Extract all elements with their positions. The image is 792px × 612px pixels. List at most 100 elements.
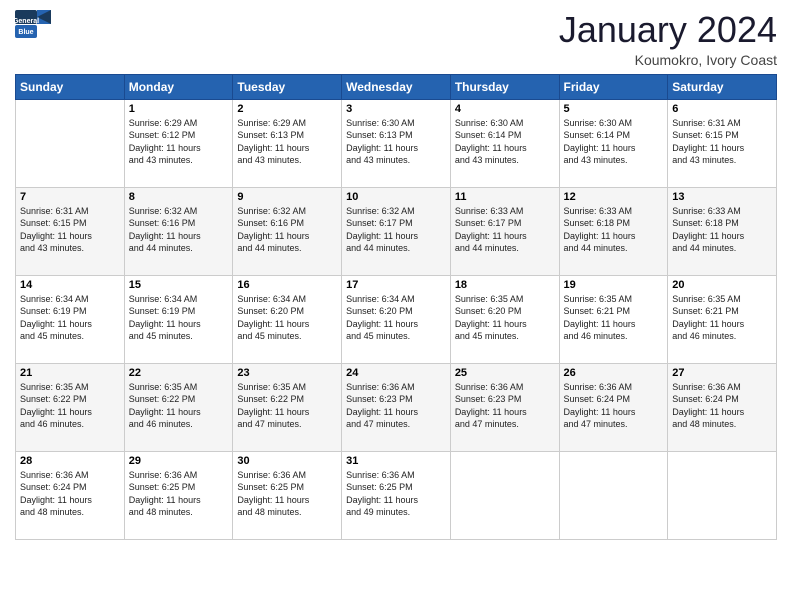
day-info: Sunrise: 6:31 AMSunset: 6:15 PMDaylight:… bbox=[20, 205, 120, 255]
day-line: Daylight: 11 hours bbox=[564, 143, 636, 153]
day-number: 29 bbox=[129, 455, 229, 467]
day-line: Sunset: 6:19 PM bbox=[20, 306, 87, 316]
day-line: Sunrise: 6:30 AM bbox=[564, 118, 633, 128]
day-info: Sunrise: 6:34 AMSunset: 6:19 PMDaylight:… bbox=[20, 293, 120, 343]
day-info: Sunrise: 6:35 AMSunset: 6:22 PMDaylight:… bbox=[20, 381, 120, 431]
day-line: Sunrise: 6:36 AM bbox=[346, 382, 415, 392]
day-cell-2-5: 19Sunrise: 6:35 AMSunset: 6:21 PMDayligh… bbox=[559, 275, 668, 363]
day-info: Sunrise: 6:35 AMSunset: 6:22 PMDaylight:… bbox=[237, 381, 337, 431]
day-line: Sunrise: 6:31 AM bbox=[20, 206, 89, 216]
svg-text:General: General bbox=[15, 18, 39, 25]
day-cell-0-5: 5 Sunrise: 6:30 AM Sunset: 6:14 PM Daylight… bbox=[559, 99, 668, 187]
day-info: Sunrise: 6:36 AMSunset: 6:23 PMDaylight:… bbox=[455, 381, 555, 431]
day-line: Daylight: 11 hours bbox=[129, 231, 201, 241]
day-line: Sunrise: 6:29 AM bbox=[237, 118, 306, 128]
day-line: Daylight: 11 hours bbox=[346, 407, 418, 417]
day-line: and 47 minutes. bbox=[564, 419, 628, 429]
day-number: 20 bbox=[672, 279, 772, 291]
logo-icon: General Blue bbox=[15, 10, 51, 38]
day-line: Daylight: 11 hours bbox=[346, 143, 418, 153]
week-row-4: 21Sunrise: 6:35 AMSunset: 6:22 PMDayligh… bbox=[16, 363, 777, 451]
day-line: Daylight: 11 hours bbox=[672, 143, 744, 153]
day-line: Sunset: 6:20 PM bbox=[237, 306, 304, 316]
day-cell-1-4: 11Sunrise: 6:33 AMSunset: 6:17 PMDayligh… bbox=[450, 187, 559, 275]
day-number: 14 bbox=[20, 279, 120, 291]
day-line: Sunset: 6:12 PM bbox=[129, 130, 196, 140]
day-info: Sunrise: 6:36 AMSunset: 6:23 PMDaylight:… bbox=[346, 381, 446, 431]
day-info: Sunrise: 6:30 AMSunset: 6:14 PMDaylight:… bbox=[455, 117, 555, 167]
day-cell-2-1: 15Sunrise: 6:34 AMSunset: 6:19 PMDayligh… bbox=[124, 275, 233, 363]
day-cell-3-2: 23Sunrise: 6:35 AMSunset: 6:22 PMDayligh… bbox=[233, 363, 342, 451]
day-number: 9 bbox=[237, 191, 337, 203]
day-cell-0-2: 2Sunrise: 6:29 AMSunset: 6:13 PMDaylight… bbox=[233, 99, 342, 187]
day-cell-0-6: 6Sunrise: 6:31 AMSunset: 6:15 PMDaylight… bbox=[668, 99, 777, 187]
day-line: Daylight: 11 hours bbox=[455, 319, 527, 329]
day-cell-3-1: 22Sunrise: 6:35 AMSunset: 6:22 PMDayligh… bbox=[124, 363, 233, 451]
day-number: 6 bbox=[672, 103, 772, 115]
day-info: Sunrise: 6:29 AM Sunset: 6:13 PM Daylight:… bbox=[237, 117, 337, 167]
day-line: Sunrise: 6:35 AM bbox=[129, 382, 198, 392]
day-line: Sunset: 6:25 PM bbox=[237, 482, 304, 492]
day-line: and 43 minutes. bbox=[672, 155, 736, 165]
day-line: Sunrise: 6:30 AM bbox=[455, 118, 524, 128]
day-line: Sunset: 6:18 PM bbox=[564, 218, 631, 228]
day-cell-3-6: 27Sunrise: 6:36 AMSunset: 6:24 PMDayligh… bbox=[668, 363, 777, 451]
day-line: Sunset: 6:25 PM bbox=[129, 482, 196, 492]
day-number: 31 bbox=[346, 455, 446, 467]
day-line: Sunrise: 6:35 AM bbox=[564, 294, 633, 304]
day-line: Daylight: 11 hours bbox=[237, 231, 309, 241]
day-line: Sunrise: 6:34 AM bbox=[237, 294, 306, 304]
day-number: 26 bbox=[564, 367, 664, 379]
day-line: Daylight: 11 hours bbox=[455, 407, 527, 417]
day-line: Sunrise: 6:34 AM bbox=[129, 294, 198, 304]
title-block: January 2024 Koumokro, Ivory Coast bbox=[559, 10, 777, 68]
day-line: Sunrise: 6:36 AM bbox=[20, 470, 89, 480]
day-line: and 45 minutes. bbox=[346, 331, 410, 341]
day-line: Sunset: 6:14 PM bbox=[455, 130, 522, 140]
day-line: Daylight: 11 hours bbox=[237, 143, 309, 153]
day-info: Sunrise: 6:32 AMSunset: 6:16 PMDaylight:… bbox=[237, 205, 337, 255]
day-line: and 47 minutes. bbox=[237, 419, 301, 429]
day-info: Sunrise: 6:34 AMSunset: 6:19 PMDaylight:… bbox=[129, 293, 229, 343]
day-line: Sunrise: 6:35 AM bbox=[237, 382, 306, 392]
day-number: 1 bbox=[129, 103, 229, 115]
day-line: Daylight: 11 hours bbox=[237, 319, 309, 329]
day-info: Sunrise: 6:36 AMSunset: 6:25 PMDaylight:… bbox=[129, 469, 229, 519]
day-line: and 46 minutes. bbox=[129, 419, 193, 429]
day-info: Sunrise: 6:35 AMSunset: 6:21 PMDaylight:… bbox=[672, 293, 772, 343]
day-line: Daylight: 11 hours bbox=[129, 407, 201, 417]
day-cell-2-6: 20 Sunrise: 6:35 AMSunset: 6:21 PMDayligh… bbox=[668, 275, 777, 363]
day-info: Sunrise: 6:35 AMSunset: 6:22 PMDaylight:… bbox=[129, 381, 229, 431]
day-number: 4 bbox=[455, 103, 555, 115]
day-line: Daylight: 11 hours bbox=[346, 231, 418, 241]
day-info: Sunrise: 6:33 AMSunset: 6:18 PMDaylight:… bbox=[564, 205, 664, 255]
day-line: Sunset: 6:25 PM bbox=[346, 482, 413, 492]
day-line: Sunset: 6:16 PM bbox=[129, 218, 196, 228]
day-line: Daylight: 11 hours bbox=[129, 495, 201, 505]
day-line: and 49 minutes. bbox=[346, 507, 410, 517]
day-line: Sunrise: 6:36 AM bbox=[455, 382, 524, 392]
day-line: Sunset: 6:15 PM bbox=[20, 218, 87, 228]
day-info: Sunrise: 6:30 AM Sunset: 6:14 PM Daylight:… bbox=[564, 117, 664, 167]
day-cell-2-4: 18Sunrise: 6:35 AMSunset: 6:20 PMDayligh… bbox=[450, 275, 559, 363]
header-tuesday: Tuesday bbox=[233, 74, 342, 99]
logo: General Blue bbox=[15, 10, 51, 38]
day-number: 16 bbox=[237, 279, 337, 291]
day-line: Sunset: 6:24 PM bbox=[564, 394, 631, 404]
day-number: 13 bbox=[672, 191, 772, 203]
day-line: Daylight: 11 hours bbox=[455, 231, 527, 241]
day-line: Daylight: 11 hours bbox=[129, 319, 201, 329]
day-cell-1-2: 9 Sunrise: 6:32 AMSunset: 6:16 PMDaylight… bbox=[233, 187, 342, 275]
day-line: Sunset: 6:17 PM bbox=[455, 218, 522, 228]
day-line: Sunset: 6:13 PM bbox=[237, 130, 304, 140]
day-number: 17 bbox=[346, 279, 446, 291]
day-number: 5 bbox=[564, 103, 664, 115]
day-info: Sunrise: 6:32 AMSunset: 6:16 PMDaylight:… bbox=[129, 205, 229, 255]
day-line: Daylight: 11 hours bbox=[20, 407, 92, 417]
day-cell-0-3: 3Sunrise: 6:30 AMSunset: 6:13 PMDaylight… bbox=[342, 99, 451, 187]
day-info: Sunrise: 6:35 AMSunset: 6:20 PMDaylight:… bbox=[455, 293, 555, 343]
day-line: and 44 minutes. bbox=[237, 243, 301, 253]
day-line: and 43 minutes. bbox=[455, 155, 519, 165]
day-line: Sunset: 6:14 PM bbox=[564, 130, 631, 140]
day-line: and 45 minutes. bbox=[129, 331, 193, 341]
